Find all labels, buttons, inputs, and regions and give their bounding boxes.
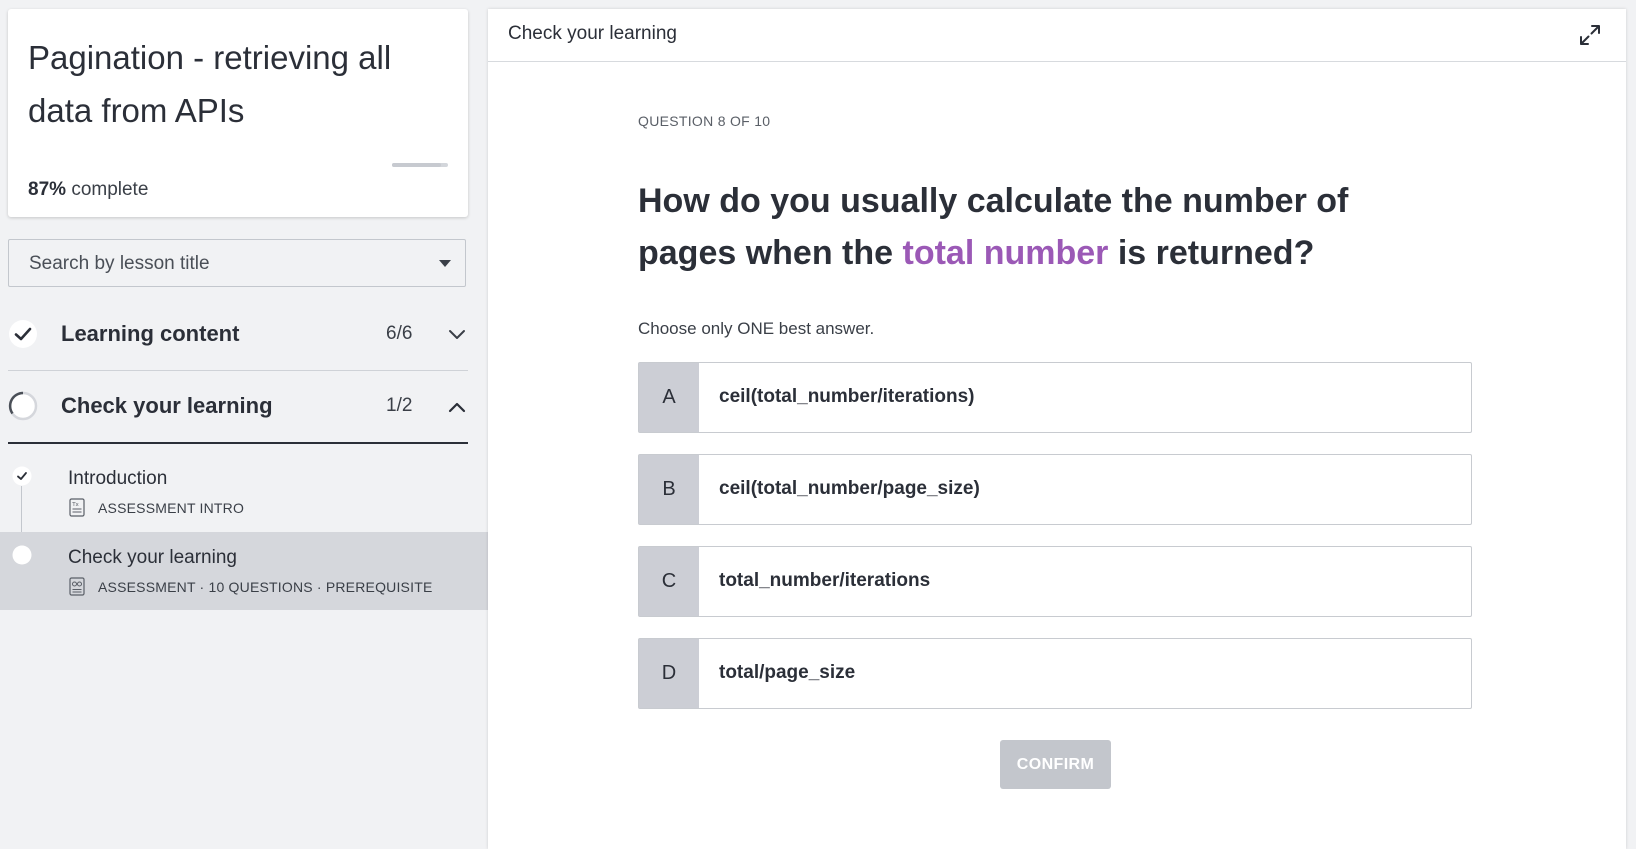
assessment-icon xyxy=(69,577,85,596)
progress-percent: 87% xyxy=(28,179,67,200)
section-count: 1/2 xyxy=(386,395,413,416)
progress-text: 87% complete xyxy=(28,179,148,201)
question-text-after: is returned? xyxy=(1108,234,1315,272)
option-text: total/page_size xyxy=(719,662,856,683)
option-text: ceil(total_number/iterations) xyxy=(719,386,975,407)
section-learning-content[interactable]: Learning content 6/6 xyxy=(8,300,468,371)
question-instructions: Choose only ONE best answer. xyxy=(638,319,875,338)
lesson-name: Introduction xyxy=(68,468,168,489)
confirm-button[interactable]: CONFIRM xyxy=(1000,740,1111,789)
course-title: Pagination - retrieving all data from AP… xyxy=(28,39,392,129)
question-highlight: total number xyxy=(902,234,1109,272)
section-label: Check your learning xyxy=(61,393,273,418)
lesson-meta: ASSESSMENT · 10 QUESTIONS · PREREQUISITE xyxy=(98,579,433,595)
current-dot-icon xyxy=(12,545,32,565)
document-icon: Tx xyxy=(69,498,85,517)
search-placeholder: Search by lesson title xyxy=(29,253,210,274)
course-card: Pagination - retrieving all data from AP… xyxy=(8,9,468,217)
answer-option-d[interactable]: D total/page_size xyxy=(638,638,1472,709)
progress-bar xyxy=(392,163,448,167)
progress-bar-fill xyxy=(392,163,441,167)
answer-option-a[interactable]: A ceil(total_number/iterations) xyxy=(638,362,1472,433)
section-count: 6/6 xyxy=(386,323,413,344)
course-sidebar: Pagination - retrieving all data from AP… xyxy=(0,0,488,849)
option-letter: D xyxy=(639,639,699,708)
check-circle-icon xyxy=(9,320,37,348)
progress-suffix: complete xyxy=(71,179,149,200)
expand-icon[interactable] xyxy=(1578,23,1602,47)
lesson-meta: ASSESSMENT INTRO xyxy=(98,500,245,516)
chevron-up-icon xyxy=(448,402,466,413)
lesson-search-dropdown[interactable]: Search by lesson title xyxy=(8,239,466,287)
panel-title: Check your learning xyxy=(508,23,677,44)
progress-ring-icon xyxy=(8,391,38,421)
option-letter: A xyxy=(639,363,699,432)
question-text: How do you usually calculate the number … xyxy=(638,175,1418,279)
caret-down-icon xyxy=(439,260,451,267)
assessment-panel: Check your learning QUESTION 8 OF 10 How… xyxy=(488,9,1626,849)
check-circle-icon xyxy=(12,466,32,486)
option-letter: C xyxy=(639,547,699,616)
answer-option-c[interactable]: C total_number/iterations xyxy=(638,546,1472,617)
lesson-name: Check your learning xyxy=(68,547,237,568)
section-label: Learning content xyxy=(61,321,240,346)
lesson-item-introduction[interactable]: Introduction Tx ASSESSMENT INTRO xyxy=(0,453,488,531)
chevron-down-icon xyxy=(449,330,465,339)
option-text: ceil(total_number/page_size) xyxy=(719,478,980,499)
answer-option-b[interactable]: B ceil(total_number/page_size) xyxy=(638,454,1472,525)
panel-header: Check your learning xyxy=(488,9,1626,62)
option-letter: B xyxy=(639,455,699,524)
svg-text:Tx: Tx xyxy=(71,502,79,508)
option-text: total_number/iterations xyxy=(719,570,931,591)
section-check-your-learning[interactable]: Check your learning 1/2 xyxy=(8,372,468,444)
question-counter: QUESTION 8 OF 10 xyxy=(638,113,771,129)
lesson-item-check-your-learning[interactable]: Check your learning ASSESSMENT · 10 QUES… xyxy=(0,532,488,610)
